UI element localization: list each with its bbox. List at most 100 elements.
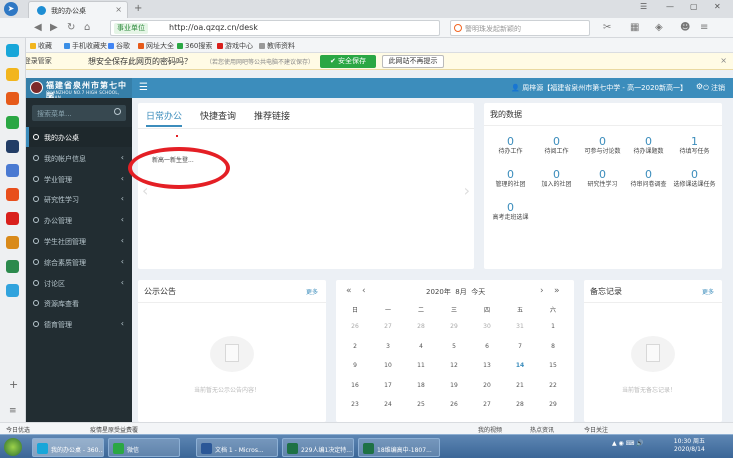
- sidebar-item[interactable]: 讨论区 ‹: [26, 273, 132, 293]
- calendar-day[interactable]: 14: [505, 362, 535, 369]
- status-videos[interactable]: 我的视频: [478, 425, 502, 434]
- maximize-icon[interactable]: ▢: [690, 2, 698, 11]
- calendar-day[interactable]: 30: [472, 323, 502, 330]
- calendar-day[interactable]: 17: [373, 382, 403, 389]
- sidebar-toggle-icon[interactable]: ☰: [139, 82, 148, 93]
- taskbar-item[interactable]: 我的办公桌 - 360...: [32, 438, 104, 457]
- add-icon[interactable]: +: [9, 378, 18, 391]
- today-button[interactable]: 今天: [471, 288, 485, 296]
- bookmark-item[interactable]: 谷歌: [108, 41, 130, 51]
- status-left[interactable]: 今日优选: [6, 425, 30, 434]
- prev-month-icon[interactable]: ‹: [362, 286, 366, 296]
- sidebar-item[interactable]: 学生社团管理 ‹: [26, 231, 132, 251]
- sidebar-item[interactable]: 我的帐户信息 ‹: [26, 148, 132, 168]
- school-logo[interactable]: 福建省泉州市第七中学 QUANZHOU NO.7 HIGH SCHOOL, FU…: [26, 78, 132, 101]
- sidebar-item[interactable]: 研究性学习 ‹: [26, 189, 132, 209]
- calendar-day[interactable]: 27: [373, 323, 403, 330]
- calendar-day[interactable]: 7: [505, 343, 535, 350]
- calendar-day[interactable]: 5: [439, 343, 469, 350]
- book-icon[interactable]: [6, 116, 19, 129]
- secure-save-button[interactable]: ✔ 安全保存: [320, 55, 376, 68]
- calendar-day[interactable]: 13: [472, 362, 502, 369]
- ie-icon[interactable]: [6, 44, 19, 57]
- back-icon[interactable]: ◀: [34, 22, 42, 33]
- menu-search-input[interactable]: 搜索菜单...: [32, 105, 126, 121]
- sidebar-item[interactable]: 学业管理 ‹: [26, 169, 132, 189]
- stat-item[interactable]: 0 待阅工作: [535, 135, 578, 164]
- calendar-day[interactable]: 2: [340, 343, 370, 350]
- sidebar-item[interactable]: 办公管理 ‹: [26, 210, 132, 230]
- taskbar-item[interactable]: 18维编高中-1807...: [358, 438, 440, 457]
- browser-tab[interactable]: 我的办公桌 ×: [28, 1, 128, 18]
- gear-icon[interactable]: ⚙: [696, 82, 703, 91]
- announcement-more-link[interactable]: 更多: [306, 287, 318, 296]
- calendar-day[interactable]: 19: [439, 382, 469, 389]
- eye-icon[interactable]: [6, 92, 19, 105]
- bookmark-item[interactable]: 教师资料: [259, 41, 295, 51]
- url-field[interactable]: 事业单位 http://oa.qzqz.cn/desk: [110, 20, 440, 36]
- list-icon[interactable]: ≡: [9, 406, 17, 416]
- prev-year-icon[interactable]: «: [346, 286, 352, 296]
- forward-icon[interactable]: ▶: [50, 22, 58, 33]
- memo-more-link[interactable]: 更多: [702, 287, 714, 296]
- tab-daily-office[interactable]: 日常办公: [146, 109, 183, 127]
- tray-icons[interactable]: ▲ ◉ ⌨ 🔊: [612, 440, 644, 447]
- shield-icon[interactable]: ◈: [655, 22, 663, 33]
- scissors-icon[interactable]: ✂: [603, 22, 611, 33]
- sidebar-item[interactable]: 我的办公桌: [26, 127, 132, 147]
- calendar-day[interactable]: 28: [505, 401, 535, 408]
- calendar-day[interactable]: 15: [538, 362, 568, 369]
- stat-item[interactable]: 0 研究性学习: [581, 168, 624, 197]
- stat-item[interactable]: 0 待办工作: [489, 135, 532, 164]
- menu-icon[interactable]: ☰: [640, 2, 647, 11]
- status-news[interactable]: 疫情星原受益费覆: [90, 425, 138, 434]
- stat-item[interactable]: 0 加入的社团: [535, 168, 578, 197]
- stat-item[interactable]: 0 高考走班选课: [489, 201, 532, 230]
- logout-button[interactable]: ⏻ 注销: [703, 83, 725, 93]
- stat-item[interactable]: 0 选修课选课任务: [673, 168, 716, 197]
- refresh-icon[interactable]: ↻: [67, 22, 75, 33]
- p-icon[interactable]: [6, 284, 19, 297]
- calendar-day[interactable]: 1: [538, 323, 568, 330]
- calendar-day[interactable]: 20: [472, 382, 502, 389]
- grid-icon[interactable]: ▦: [630, 22, 639, 33]
- calendar-day[interactable]: 25: [406, 401, 436, 408]
- calendar-day[interactable]: 31: [505, 323, 535, 330]
- calendar-day[interactable]: 3: [373, 343, 403, 350]
- new-tab-icon[interactable]: +: [134, 3, 142, 14]
- taskbar-item[interactable]: 文档 1 - Micros...: [196, 438, 278, 457]
- calendar-day[interactable]: 6: [472, 343, 502, 350]
- taskbar-item[interactable]: 229人编1决定特...: [282, 438, 354, 457]
- video-icon[interactable]: [6, 212, 19, 225]
- system-clock[interactable]: 10:30 周五 2020/8/14: [674, 438, 705, 454]
- sidebar-item[interactable]: 德育管理 ‹: [26, 314, 132, 334]
- calendar-day[interactable]: 23: [340, 401, 370, 408]
- game2-icon[interactable]: [6, 260, 19, 273]
- close-window-icon[interactable]: ✕: [714, 2, 721, 11]
- status-focus[interactable]: 今日关注: [584, 425, 608, 434]
- start-button[interactable]: [4, 438, 22, 456]
- bookmark-item[interactable]: 网址大全: [138, 41, 174, 51]
- calendar-day[interactable]: 9: [340, 362, 370, 369]
- never-prompt-button[interactable]: 此网站不再提示: [382, 55, 444, 68]
- home-icon[interactable]: ⌂: [84, 22, 90, 33]
- browser-logo-icon[interactable]: ➤: [4, 2, 18, 16]
- taskbar-item[interactable]: 微信: [108, 438, 180, 457]
- calendar-day[interactable]: 8: [538, 343, 568, 350]
- tab-quick-query[interactable]: 快捷查询: [200, 109, 236, 122]
- stat-item[interactable]: 0 管理的社团: [489, 168, 532, 197]
- calendar-day[interactable]: 10: [373, 362, 403, 369]
- calendar-day[interactable]: 21: [505, 382, 535, 389]
- search-icon[interactable]: [114, 108, 121, 115]
- game-icon[interactable]: [6, 188, 19, 201]
- calendar-day[interactable]: 26: [340, 323, 370, 330]
- calendar-day[interactable]: 27: [472, 401, 502, 408]
- bookmark-item[interactable]: 游戏中心: [217, 41, 253, 51]
- stat-item[interactable]: 0 可参与讨论数: [581, 135, 624, 164]
- calendar-day[interactable]: 18: [406, 382, 436, 389]
- stat-item[interactable]: 1 待填写任务: [673, 135, 716, 164]
- sidebar-item[interactable]: 资源库查看: [26, 293, 132, 313]
- calendar-day[interactable]: 29: [538, 401, 568, 408]
- carousel-next-icon[interactable]: ›: [464, 181, 470, 200]
- bookmark-item[interactable]: 手机收藏夹: [64, 41, 107, 51]
